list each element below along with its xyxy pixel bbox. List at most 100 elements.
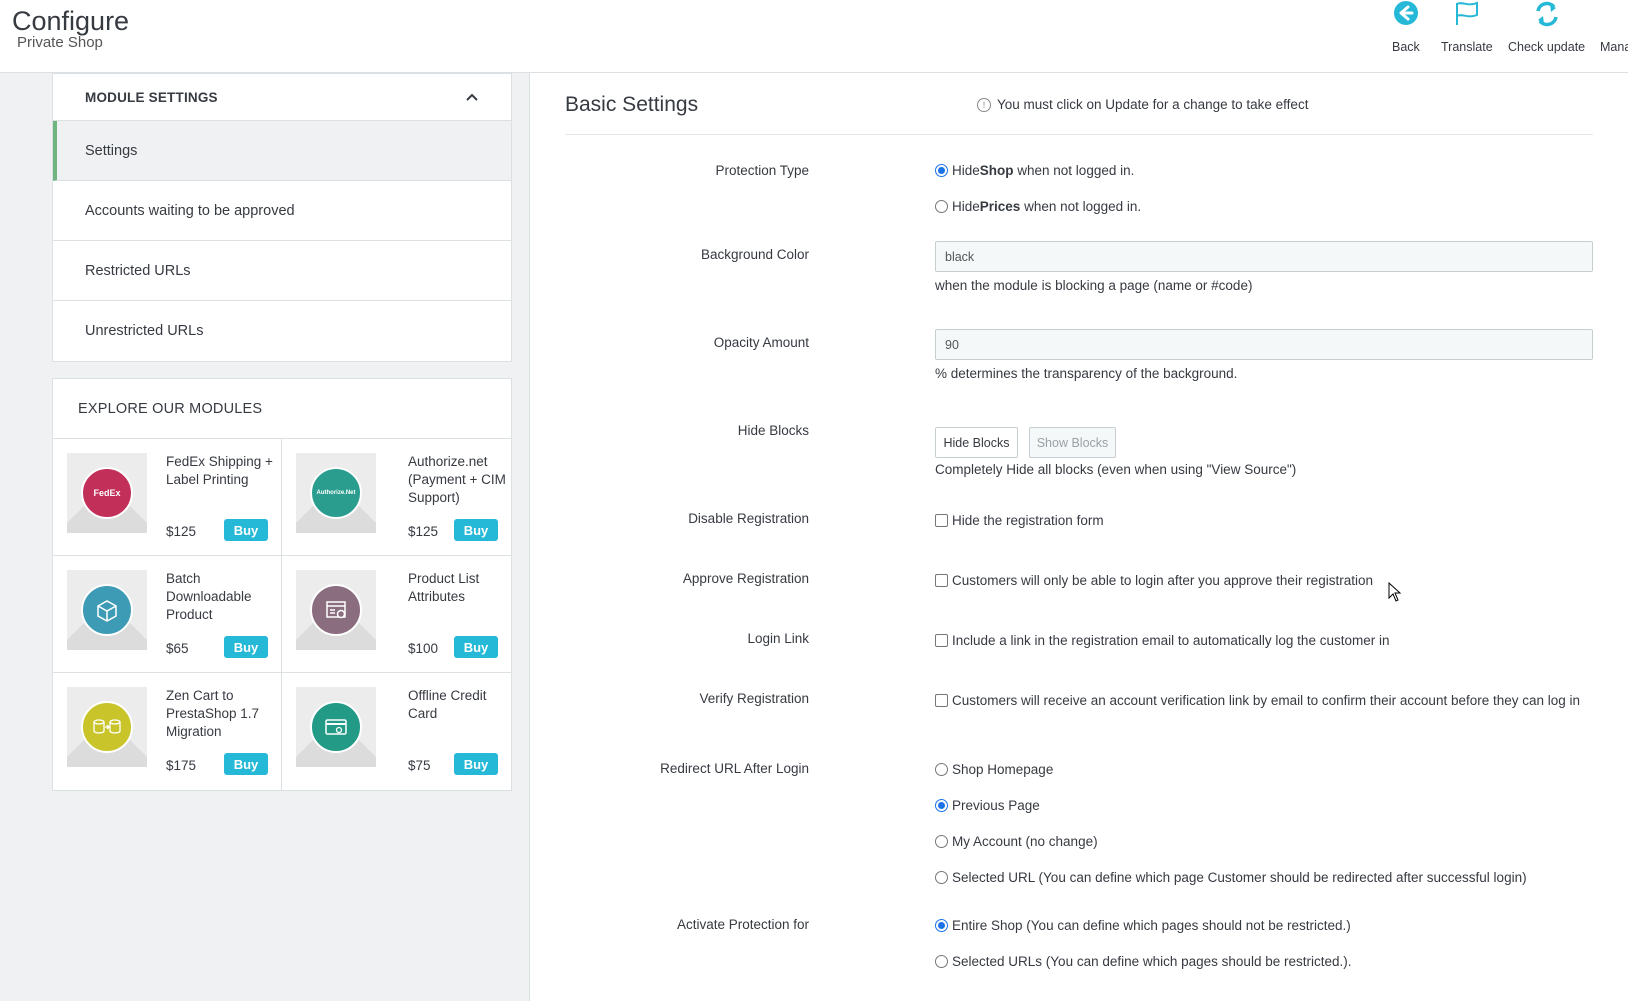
buy-button[interactable]: Buy xyxy=(454,753,498,775)
module-thumbnail[interactable] xyxy=(67,570,147,650)
update-notice-text: You must click on Update for a change to… xyxy=(997,97,1309,112)
module-name[interactable]: Product List Attributes xyxy=(408,570,506,606)
sidebar-item-accounts-waiting[interactable]: Accounts waiting to be approved xyxy=(53,181,511,241)
manage-label: Mana xyxy=(1600,40,1628,54)
option-text: Customers will receive an account verifi… xyxy=(952,693,1581,708)
refresh-icon xyxy=(1535,1,1558,27)
option-text: when not logged in. xyxy=(1013,163,1135,178)
sidebar-item-settings[interactable]: Settings xyxy=(53,121,511,181)
redirect-previous-page-radio[interactable] xyxy=(935,799,948,812)
protection-hide-prices-radio[interactable] xyxy=(935,200,948,213)
check-update-button[interactable]: Check update xyxy=(1508,0,1585,54)
option-text: Customers will only be able to login aft… xyxy=(952,573,1373,588)
protection-hide-shop-radio[interactable] xyxy=(935,164,948,177)
sidebar: MODULE SETTINGS Settings Accounts waitin… xyxy=(52,73,512,791)
module-thumbnail[interactable] xyxy=(296,687,376,767)
redirect-selected-url-option[interactable]: Selected URL (You can define which page … xyxy=(935,870,1527,885)
option-text: Selected URL (You can define which page … xyxy=(952,870,1527,885)
show-blocks-button[interactable]: Show Blocks xyxy=(1029,427,1116,458)
sidebar-item-unrestricted-urls[interactable]: Unrestricted URLs xyxy=(53,301,511,361)
chevron-up-icon[interactable] xyxy=(465,92,479,102)
login-link-option[interactable]: Include a link in the registration email… xyxy=(935,633,1389,648)
redirect-selected-url-radio[interactable] xyxy=(935,871,948,884)
module-price: $75 xyxy=(408,758,431,773)
login-link-checkbox[interactable] xyxy=(935,634,948,647)
redirect-previous-page-option[interactable]: Previous Page xyxy=(935,798,1040,813)
module-thumbnail[interactable]: FedEx xyxy=(67,453,147,533)
back-button[interactable]: Back xyxy=(1392,0,1420,54)
buy-button[interactable]: Buy xyxy=(454,519,498,541)
buy-button[interactable]: Buy xyxy=(224,753,268,775)
protection-hide-shop-option[interactable]: Hide Shop when not logged in. xyxy=(935,163,1134,178)
background-color-help: when the module is blocking a page (name… xyxy=(935,278,1253,293)
option-text: Include a link in the registration email… xyxy=(952,633,1390,648)
option-text: Entire Shop (You can define which pages … xyxy=(952,918,1351,933)
option-text: My Account (no change) xyxy=(952,834,1098,849)
verify-registration-checkbox[interactable] xyxy=(935,694,948,707)
protection-type-label: Protection Type xyxy=(715,163,809,178)
approve-registration-checkbox[interactable] xyxy=(935,574,948,587)
module-name[interactable]: FedEx Shipping + Label Printing xyxy=(166,453,278,489)
option-bold-text: Shop xyxy=(979,163,1014,178)
module-card-fedex: FedEx FedEx Shipping + Label Printing $1… xyxy=(53,439,282,556)
buy-button[interactable]: Buy xyxy=(454,636,498,658)
database-migration-icon xyxy=(81,701,133,753)
divider xyxy=(565,134,1593,135)
module-settings-heading[interactable]: MODULE SETTINGS xyxy=(53,74,511,121)
login-link-label: Login Link xyxy=(747,631,809,646)
module-name[interactable]: Authorize.net (Payment + CIM Support) xyxy=(408,453,506,507)
verify-registration-label: Verify Registration xyxy=(699,691,809,706)
module-thumbnail[interactable]: Authorize.Net xyxy=(296,453,376,533)
page-header: Configure Private Shop Back Translate Ch… xyxy=(0,0,1628,73)
protection-hide-prices-option[interactable]: Hide Prices when not logged in. xyxy=(935,199,1141,214)
manage-button[interactable]: Mana xyxy=(1600,0,1628,54)
redirect-my-account-radio[interactable] xyxy=(935,835,948,848)
fedex-icon: FedEx xyxy=(81,467,133,519)
verify-registration-option[interactable]: Customers will receive an account verifi… xyxy=(935,693,1580,708)
manage-icon xyxy=(1600,0,1628,28)
disable-registration-checkbox[interactable] xyxy=(935,514,948,527)
module-thumbnail[interactable] xyxy=(296,570,376,650)
basic-settings-title: Basic Settings xyxy=(565,93,699,116)
mouse-cursor-icon xyxy=(1388,582,1402,602)
redirect-shop-homepage-radio[interactable] xyxy=(935,763,948,776)
module-price: $175 xyxy=(166,758,197,773)
translate-button[interactable]: Translate xyxy=(1441,0,1493,54)
option-text: Shop Homepage xyxy=(952,762,1054,777)
disable-registration-label: Disable Registration xyxy=(688,511,809,526)
activate-selected-urls-radio[interactable] xyxy=(935,955,948,968)
module-name[interactable]: Offline Credit Card xyxy=(408,687,506,723)
sidebar-item-label: Settings xyxy=(85,142,138,159)
hide-blocks-help: Completely Hide all blocks (even when us… xyxy=(935,462,1297,477)
redirect-shop-homepage-option[interactable]: Shop Homepage xyxy=(935,762,1053,777)
activate-entire-shop-radio[interactable] xyxy=(935,919,948,932)
module-card-batch-downloadable: Batch Downloadable Product $65 Buy xyxy=(53,556,282,673)
approve-registration-option[interactable]: Customers will only be able to login aft… xyxy=(935,573,1373,588)
check-update-label: Check update xyxy=(1508,40,1586,54)
background-color-input[interactable]: black xyxy=(935,241,1593,272)
activate-selected-urls-option[interactable]: Selected URLs (You can define which page… xyxy=(935,954,1351,969)
buy-button[interactable]: Buy xyxy=(224,636,268,658)
disable-registration-option[interactable]: Hide the registration form xyxy=(935,513,1104,528)
hide-blocks-button[interactable]: Hide Blocks xyxy=(935,427,1018,458)
translate-label: Translate xyxy=(1441,40,1493,54)
module-card-offline-credit-card: Offline Credit Card $75 Buy xyxy=(282,673,511,790)
authorize-net-icon: Authorize.Net xyxy=(310,467,362,519)
flag-icon xyxy=(1455,1,1478,25)
module-name[interactable]: Zen Cart to PrestaShop 1.7 Migration xyxy=(166,687,278,741)
module-thumbnail[interactable] xyxy=(67,687,147,767)
module-price: $125 xyxy=(408,524,439,539)
module-name[interactable]: Batch Downloadable Product xyxy=(166,570,278,624)
sidebar-item-label: Unrestricted URLs xyxy=(85,323,204,339)
back-arrow-icon xyxy=(1393,1,1418,25)
redirect-url-label: Redirect URL After Login xyxy=(660,761,809,776)
update-notice: ! You must click on Update for a change … xyxy=(977,97,1308,112)
option-text: Selected URLs (You can define which page… xyxy=(952,954,1352,969)
sidebar-item-restricted-urls[interactable]: Restricted URLs xyxy=(53,241,511,301)
redirect-my-account-option[interactable]: My Account (no change) xyxy=(935,834,1098,849)
activate-entire-shop-option[interactable]: Entire Shop (You can define which pages … xyxy=(935,918,1351,933)
buy-button[interactable]: Buy xyxy=(224,519,268,541)
option-text: Hide xyxy=(952,199,980,214)
option-bold-text: Prices xyxy=(979,199,1021,214)
opacity-amount-input[interactable]: 90 xyxy=(935,329,1593,360)
